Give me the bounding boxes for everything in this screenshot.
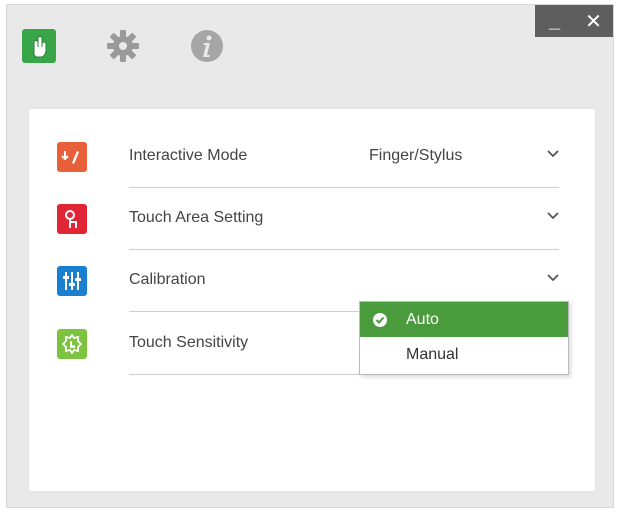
settings-panel: Interactive Mode Finger/Stylus Touch Are… — [29, 109, 595, 491]
window-controls: _ ✕ — [535, 5, 613, 37]
check-circle-icon — [360, 312, 400, 328]
setting-label: Touch Area Setting — [129, 209, 264, 226]
dropdown-option-manual[interactable]: Manual — [360, 337, 568, 372]
option-label: Manual — [406, 345, 459, 363]
setting-row-touch-area[interactable]: Touch Area Setting — [29, 188, 595, 250]
touch-hand-icon[interactable] — [19, 26, 59, 66]
minimize-button[interactable]: _ — [540, 10, 570, 33]
close-button[interactable]: ✕ — [579, 9, 609, 34]
chevron-down-icon[interactable] — [547, 270, 559, 285]
toolbar — [19, 19, 271, 73]
setting-label: Calibration — [129, 271, 206, 288]
chevron-down-icon[interactable] — [547, 146, 559, 161]
calibration-icon — [57, 266, 87, 296]
option-label: Auto — [406, 310, 439, 328]
setting-row-interactive-mode[interactable]: Interactive Mode Finger/Stylus — [29, 126, 595, 188]
touch-sensitivity-icon — [57, 329, 87, 359]
app-window: _ ✕ Interactive Mode Finger/Stylus Touch… — [6, 4, 614, 508]
info-icon[interactable] — [187, 26, 227, 66]
gear-icon[interactable] — [103, 26, 143, 66]
calibration-dropdown: Auto Manual — [359, 301, 569, 375]
setting-label: Touch Sensitivity — [129, 334, 249, 351]
chevron-down-icon[interactable] — [547, 208, 559, 223]
setting-value[interactable]: Finger/Stylus — [369, 147, 462, 165]
setting-label: Interactive Mode — [129, 147, 248, 164]
touch-area-icon — [57, 204, 87, 234]
dropdown-option-auto[interactable]: Auto — [360, 302, 568, 337]
interactive-mode-icon — [57, 142, 87, 172]
